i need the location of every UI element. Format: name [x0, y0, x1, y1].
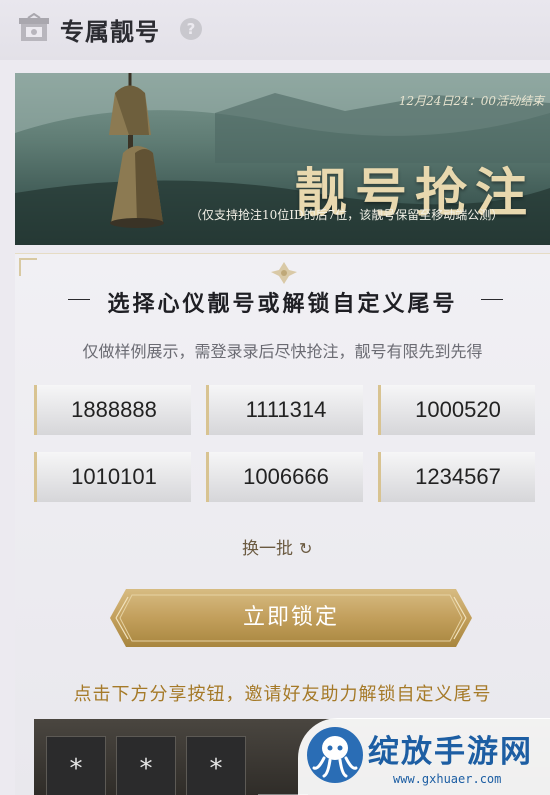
lock-button-label: 立即锁定 — [242, 605, 339, 630]
octopus-logo-icon — [307, 727, 363, 783]
lock-now-button[interactable]: 立即锁定 — [110, 589, 472, 647]
tail-digit-slot[interactable]: * — [46, 736, 106, 795]
event-banner: 12月24日24：00活动结束 靓号抢注 （仅支持抢注10位ID的后7位，该靓号… — [15, 73, 550, 245]
page-title: 专属靓号 — [60, 18, 160, 46]
tail-digit-slot[interactable]: * — [186, 736, 246, 795]
title-divider-right — [481, 299, 503, 300]
section-title: 选择心仪靓号或解锁自定义尾号 — [107, 292, 458, 317]
event-end-date: 12月24日24：00活动结束 — [398, 94, 544, 108]
corner-ornament — [19, 258, 37, 276]
refresh-label: 换一批 — [242, 539, 293, 559]
number-option[interactable]: 1006666 — [206, 452, 363, 502]
refresh-batch-button[interactable]: 换一批 ↻ — [242, 534, 312, 559]
gift-box-icon — [19, 13, 49, 41]
banner-note: （仅支持抢注10位ID的后7位，该靓号保留至移动端公测） — [190, 208, 504, 222]
tail-digit-slot[interactable]: * — [116, 736, 176, 795]
number-option[interactable]: 1111314 — [206, 385, 363, 435]
watermark-text: 绽放手游网 — [368, 734, 533, 770]
section-subtitle: 仅做样例展示，需登录录后尽快抢注，靓号有限先到先得 — [82, 342, 483, 361]
number-option[interactable]: 1888888 — [34, 385, 191, 435]
watermark-url: www.gxhuaer.com — [393, 772, 502, 786]
number-option[interactable]: 1000520 — [378, 385, 535, 435]
number-selection-card: 选择心仪靓号或解锁自定义尾号 仅做样例展示，需登录录后尽快抢注，靓号有限先到先得… — [15, 253, 550, 795]
help-icon[interactable]: ? — [180, 18, 202, 40]
refresh-icon: ↻ — [299, 539, 313, 558]
number-option[interactable]: 1010101 — [34, 452, 191, 502]
page-header: 专属靓号 ? — [0, 0, 550, 60]
site-watermark: 绽放手游网 www.gxhuaer.com — [298, 718, 550, 795]
lotus-ornament-icon — [271, 262, 297, 284]
number-option[interactable]: 1234567 — [378, 452, 535, 502]
invite-instruction: 点击下方分享按钮，邀请好友助力解锁自定义尾号 — [73, 684, 492, 705]
